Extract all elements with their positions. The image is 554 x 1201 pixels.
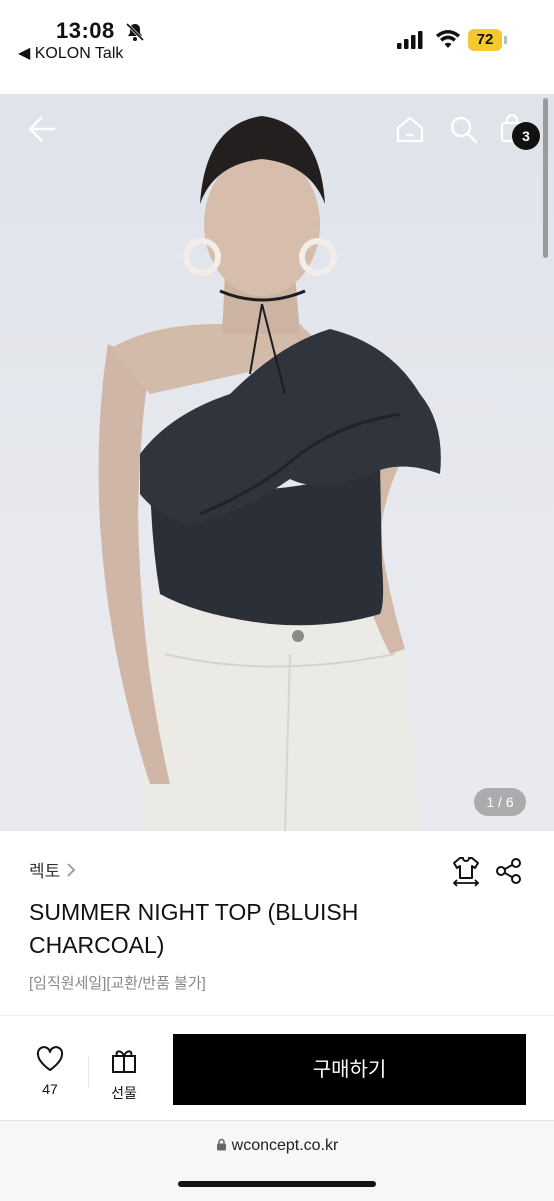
scrollbar[interactable] — [543, 98, 548, 258]
home-icon[interactable] — [394, 114, 426, 144]
url-bar[interactable]: wconcept.co.kr — [0, 1137, 554, 1155]
gift-label: 선물 — [111, 1085, 137, 1101]
like-count: 47 — [42, 1081, 58, 1097]
signal-icon — [397, 31, 423, 49]
buy-button[interactable]: 구매하기 — [173, 1034, 526, 1105]
cart-count-badge: 3 — [512, 122, 540, 150]
product-subtitle: [임직원세일][교환/반품 불가] — [29, 975, 206, 992]
chevron-right-icon — [67, 862, 76, 877]
back-to-app-link[interactable]: ◀ KOLON Talk — [18, 43, 123, 63]
battery-level: 72 — [468, 29, 502, 51]
product-title: SUMMER NIGHT TOP (BLUISH CHARCOAL) — [29, 899, 359, 958]
lock-icon — [216, 1138, 226, 1151]
gift-button[interactable]: 선물 — [104, 1046, 144, 1103]
bell-slash-icon — [125, 22, 145, 42]
gift-icon — [112, 1050, 136, 1073]
image-counter: 1 / 6 — [474, 788, 526, 816]
back-arrow-icon[interactable] — [26, 114, 58, 144]
divider — [88, 1056, 89, 1088]
brand-name: 렉토 — [29, 862, 61, 881]
product-image[interactable] — [0, 94, 554, 831]
status-time: 13:08 — [56, 18, 115, 43]
wifi-icon — [436, 30, 460, 48]
product-photo — [98, 116, 441, 831]
browser-bar — [0, 1120, 554, 1201]
url-text: wconcept.co.kr — [231, 1137, 339, 1154]
home-indicator[interactable] — [178, 1181, 376, 1187]
brand-link[interactable]: 렉토 — [29, 857, 76, 882]
size-guide-icon[interactable] — [451, 855, 481, 887]
battery-indicator: 72 — [468, 29, 508, 51]
like-button[interactable]: 47 — [30, 1046, 70, 1097]
search-icon[interactable] — [448, 114, 480, 144]
share-icon[interactable] — [495, 857, 523, 885]
status-bar: 13:08 ◀ KOLON Talk 72 — [0, 0, 554, 94]
heart-icon — [36, 1046, 64, 1071]
